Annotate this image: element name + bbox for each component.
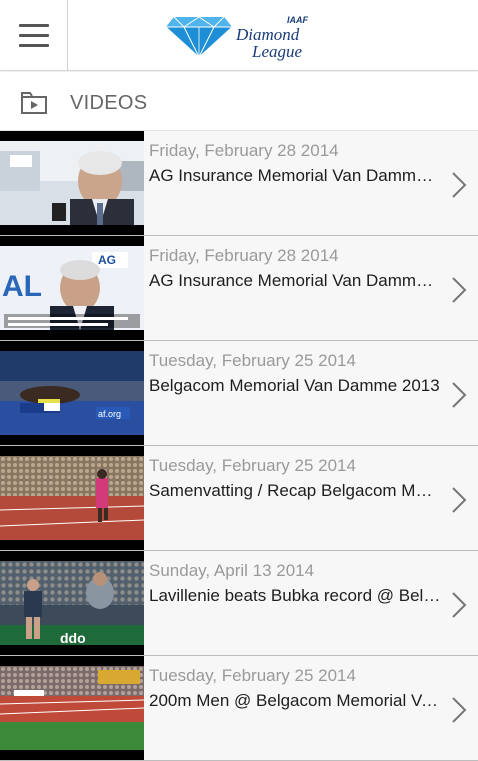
video-list-item[interactable]: Friday, February 28 2014 AG Insurance Me… — [0, 131, 478, 236]
svg-text:ddo: ddo — [60, 630, 86, 645]
hamburger-icon-line — [18, 24, 49, 27]
video-list-item[interactable]: Tuesday, February 25 2014 200m Men @ Bel… — [0, 656, 478, 761]
video-date: Tuesday, February 25 2014 — [149, 666, 356, 685]
video-thumbnail — [0, 131, 144, 235]
video-list-item[interactable]: AL AG Friday, February 28 2014 AG Insura… — [0, 236, 478, 341]
video-thumbnail: af.org — [0, 341, 144, 445]
video-thumbnail — [0, 656, 144, 760]
chevron-right-icon — [452, 697, 467, 723]
section-title: VIDEOS — [70, 92, 148, 114]
video-title: AG Insurance Memorial Van Damme 2014 — [149, 271, 441, 290]
video-title: Lavillenie beats Bubka record @ Belgacom — [149, 586, 441, 605]
video-list: Friday, February 28 2014 AG Insurance Me… — [0, 131, 478, 761]
svg-text:af.org: af.org — [98, 409, 121, 419]
chevron-right-icon — [452, 382, 467, 408]
chevron-right-icon — [452, 592, 467, 618]
chevron-right-icon — [452, 487, 467, 513]
chevron-right-icon — [452, 172, 467, 198]
video-date: Sunday, April 13 2014 — [149, 561, 315, 580]
video-date: Friday, February 28 2014 — [149, 141, 339, 160]
section-header: VIDEOS — [0, 72, 478, 131]
video-date: Friday, February 28 2014 — [149, 246, 339, 265]
video-thumbnail: AL AG — [0, 236, 144, 340]
hamburger-icon-line — [18, 44, 49, 47]
video-date: Tuesday, February 25 2014 — [149, 456, 356, 475]
diamond-icon — [165, 16, 233, 59]
top-app-bar: IAAF Diamond League — [0, 0, 478, 71]
video-title: AG Insurance Memorial Van Damme 2014 pre… — [149, 166, 441, 185]
video-title: 200m Men @ Belgacom Memorial Van Damme — [149, 691, 441, 710]
video-folder-icon — [21, 92, 47, 114]
video-thumbnail: ddo — [0, 551, 144, 655]
svg-text:AL: AL — [2, 270, 42, 303]
svg-text:AG: AG — [98, 253, 116, 267]
menu-button[interactable] — [0, 0, 68, 71]
logo-diamond-text: Diamond — [236, 25, 300, 44]
hamburger-icon-line — [18, 34, 49, 37]
chevron-right-icon — [452, 277, 467, 303]
video-title: Samenvatting / Recap Belgacom Memorial — [149, 481, 441, 500]
video-list-item[interactable]: ddo Sunday, April 13 2014 Lavillenie bea… — [0, 551, 478, 656]
video-date: Tuesday, February 25 2014 — [149, 351, 356, 370]
logo-league-text: League — [252, 42, 303, 61]
video-list-item[interactable]: af.org Tuesday, February 25 2014 Belgaco… — [0, 341, 478, 446]
video-title: Belgacom Memorial Van Damme 2013 — [149, 376, 440, 395]
video-thumbnail — [0, 446, 144, 550]
logo-iaaf-text: IAAF — [287, 15, 308, 25]
diamond-league-logo: IAAF Diamond League — [164, 12, 314, 62]
video-list-item[interactable]: Tuesday, February 25 2014 Samenvatting /… — [0, 446, 478, 551]
